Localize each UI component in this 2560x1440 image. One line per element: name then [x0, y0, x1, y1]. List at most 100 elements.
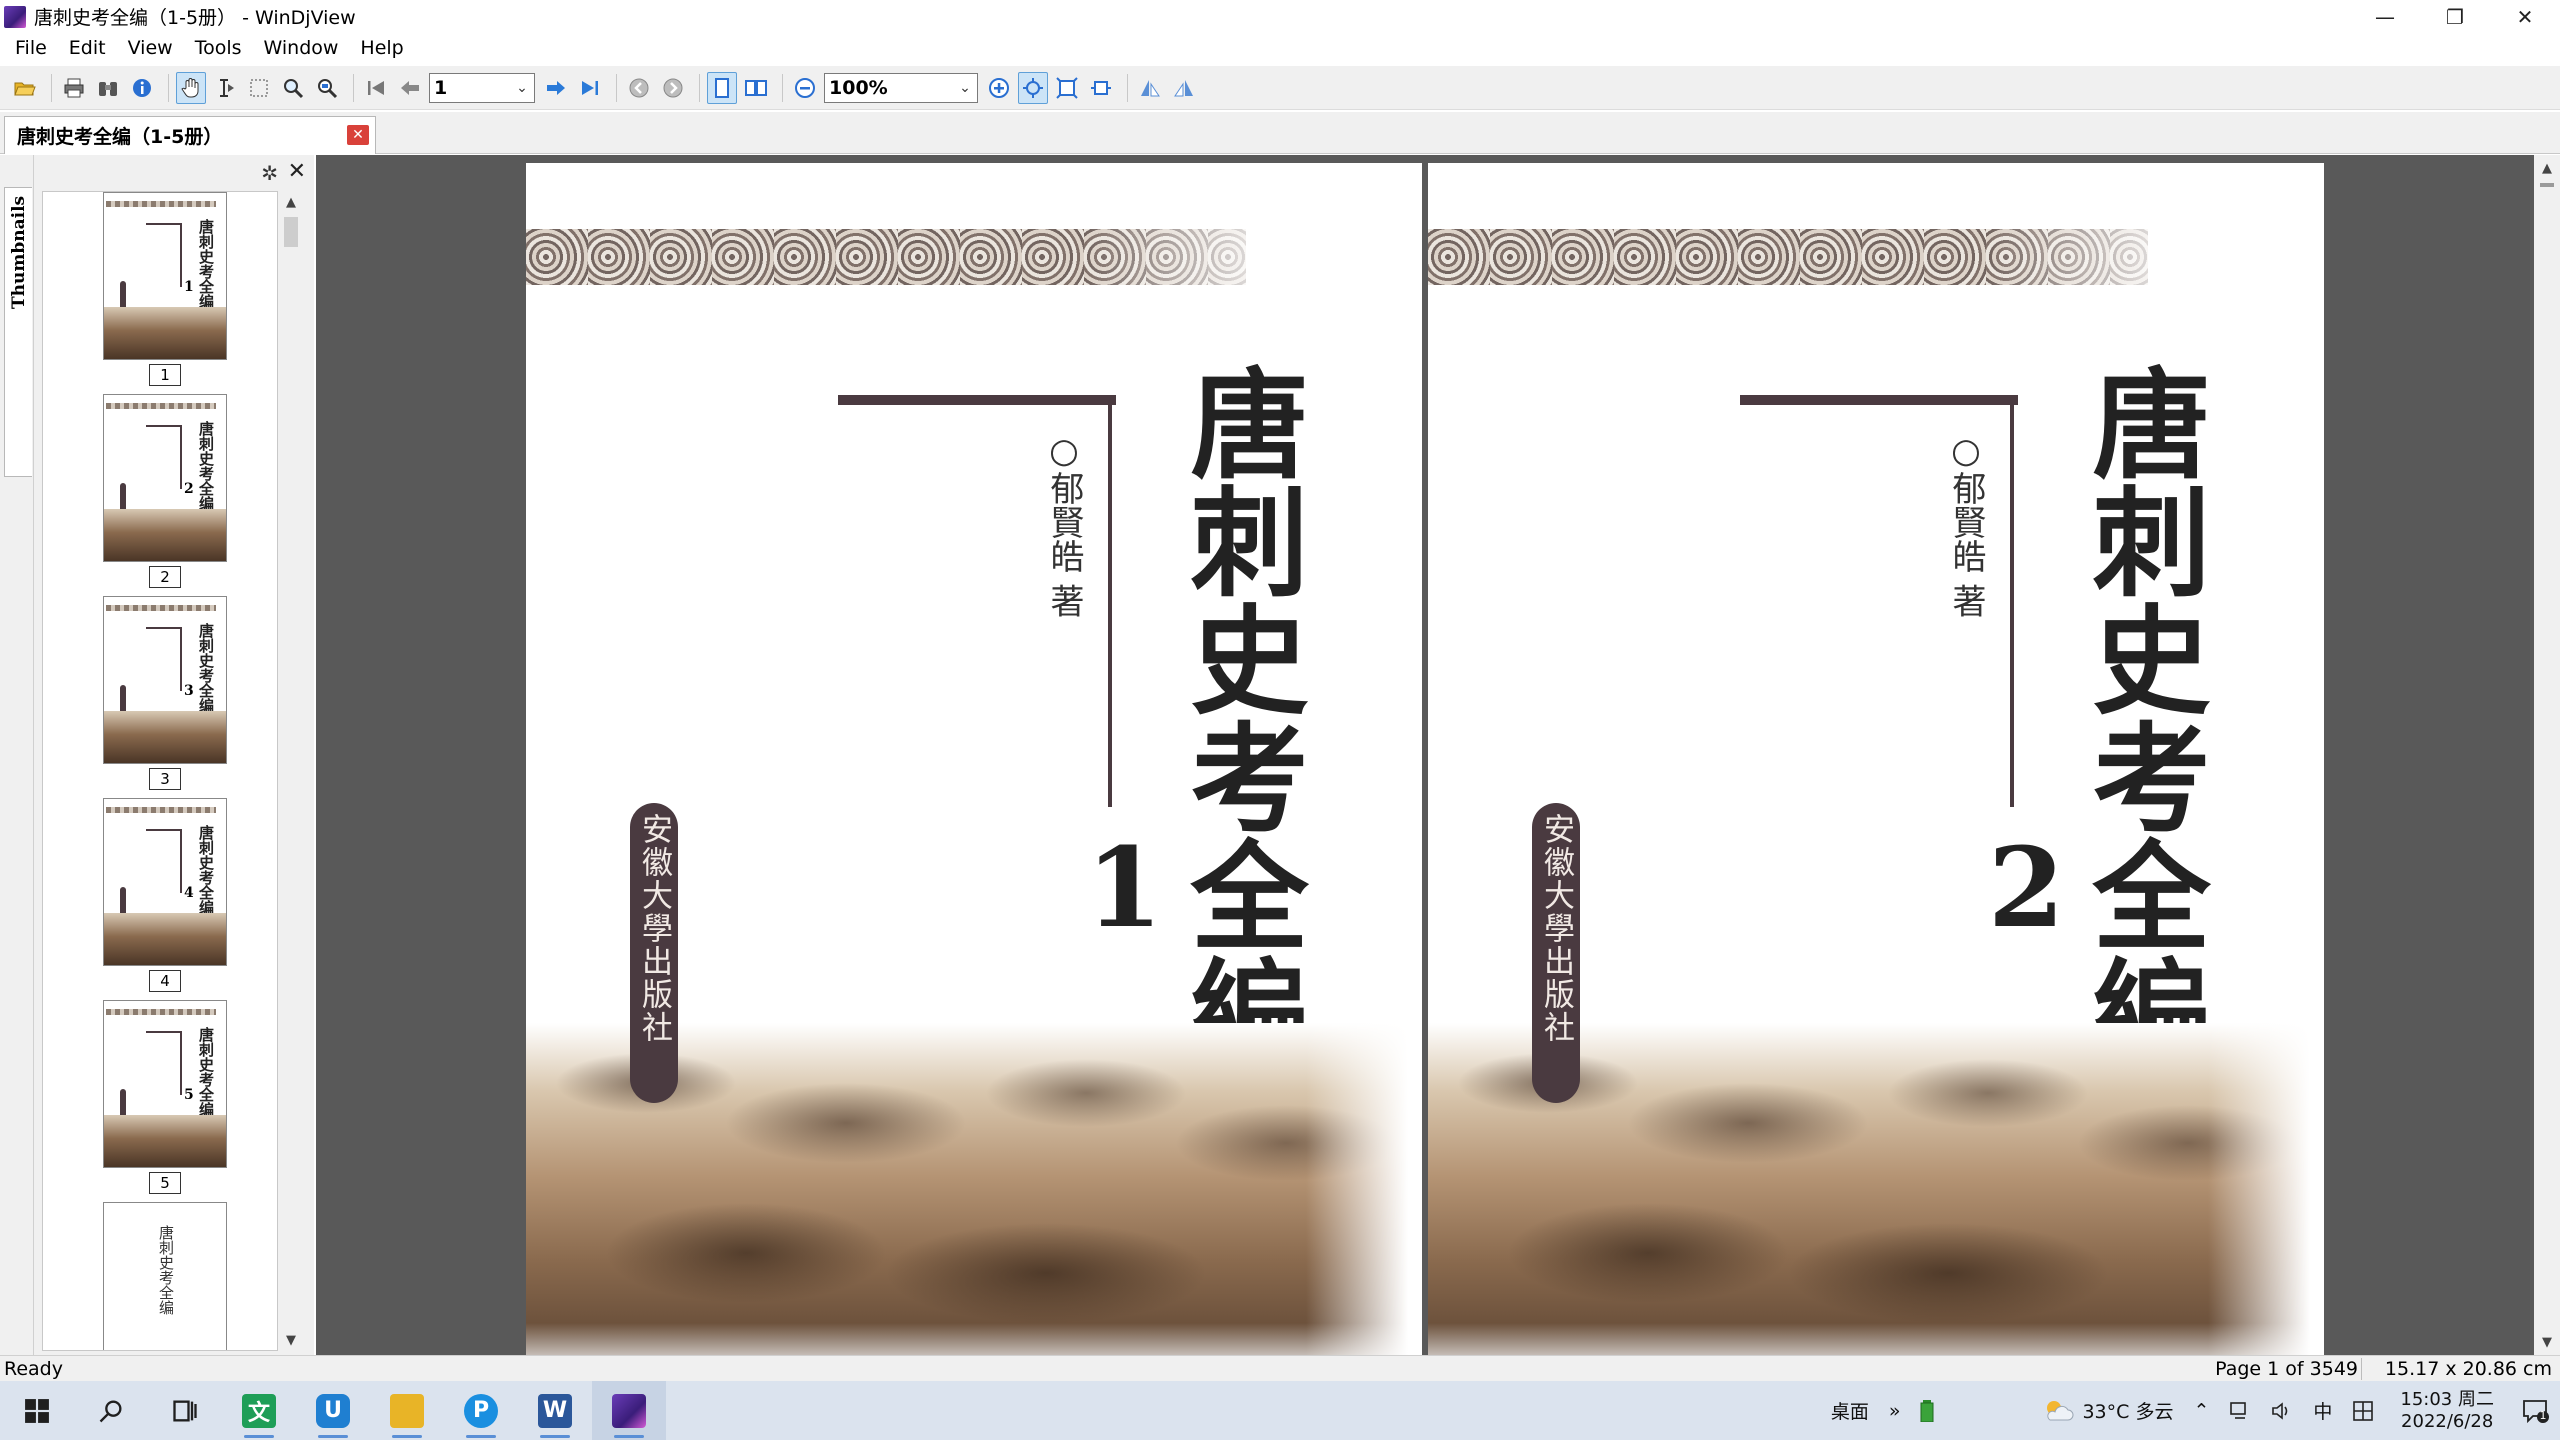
page-number-combo[interactable]: 1 ⌄ [429, 72, 535, 103]
close-window-button[interactable]: ✕ [2490, 0, 2560, 33]
maximize-button[interactable]: ❐ [2420, 0, 2490, 33]
first-page-button[interactable] [361, 72, 391, 104]
taskbar-file-explorer[interactable] [370, 1381, 444, 1440]
zoom-out-button[interactable] [790, 72, 820, 104]
zoom-in-tool-button[interactable] [278, 72, 308, 104]
scroll-down-icon[interactable]: ▼ [280, 1329, 302, 1351]
find-button[interactable] [93, 72, 123, 104]
notification-center-button[interactable]: 1 [2510, 1381, 2560, 1440]
thumb-scene [104, 913, 226, 965]
taskbar-word[interactable]: W [518, 1381, 592, 1440]
hand-icon [181, 77, 199, 97]
thumb-title-line [146, 829, 182, 893]
menu-tools[interactable]: Tools [184, 37, 253, 59]
last-page-button[interactable] [575, 72, 605, 104]
forward-button[interactable] [658, 72, 688, 104]
chevron-down-icon[interactable]: ⌄ [512, 74, 532, 102]
taskbar-windjview[interactable] [592, 1381, 666, 1440]
clock[interactable]: 15:03 周二 2022/6/28 [2384, 1389, 2510, 1433]
toolbar-separator [1127, 73, 1128, 102]
zoom-in-button[interactable] [984, 72, 1014, 104]
task-view-button[interactable] [148, 1381, 222, 1440]
document-tab[interactable]: 唐刺史考全编（1-5册） ✕ [4, 116, 376, 154]
text-cursor-icon [220, 78, 234, 97]
desktop-toolbar-label[interactable]: 桌面 [1821, 1397, 1879, 1424]
info-icon [133, 78, 151, 97]
taskbar-shield-app[interactable]: U [296, 1381, 370, 1440]
menu-view[interactable]: View [117, 37, 184, 59]
weather-widget[interactable]: 33°C 多云 [2034, 1397, 2183, 1424]
volume-icon[interactable] [2261, 1401, 2303, 1421]
page-2[interactable]: 唐刺史考全編 ○郁賢皓 著 2 安徽大學出版社 [1428, 163, 2324, 1355]
zoom-rect-tool-button[interactable] [312, 72, 342, 104]
chevron-down-icon[interactable]: ⌄ [955, 74, 975, 102]
start-button[interactable] [0, 1381, 74, 1440]
actual-size-button[interactable] [1086, 72, 1116, 104]
chevron-right-icon[interactable]: » [1879, 1400, 1911, 1422]
hand-tool-button[interactable] [176, 71, 206, 104]
continuous-layout-button[interactable] [707, 71, 737, 104]
fit-page-button[interactable] [1018, 71, 1048, 104]
menu-window[interactable]: Window [253, 37, 350, 59]
thumbnail-page-4[interactable]: 唐刺史考全编 4 [103, 798, 227, 966]
page-1[interactable]: 唐刺史考全編 ○郁賢皓 著 1 安徽大學出版社 [526, 163, 1422, 1355]
rect-select-button[interactable] [244, 72, 274, 104]
page-indicator: Page 1 of 3549 [2215, 1357, 2358, 1380]
thumbnail-scrollbar[interactable]: ▲ ▼ [280, 191, 302, 1351]
thumbnail-page-5[interactable]: 唐刺史考全编 5 [103, 1000, 227, 1168]
info-button[interactable] [127, 72, 157, 104]
previous-page-button[interactable] [395, 72, 425, 104]
toolbar-separator [699, 73, 700, 102]
scroll-down-icon[interactable]: ▼ [2536, 1331, 2558, 1353]
network-icon[interactable] [2219, 1401, 2261, 1421]
thumbnail-page-1[interactable]: 唐刺史考全编 1 [103, 192, 227, 360]
close-tab-icon[interactable]: ✕ [347, 125, 369, 145]
gear-icon[interactable]: ✲ [261, 161, 278, 185]
text-select-button[interactable] [210, 72, 240, 104]
thumbnail-page-6[interactable]: 唐刺史考全编 [103, 1202, 227, 1350]
menu-help[interactable]: Help [349, 37, 414, 59]
running-indicator [466, 1435, 496, 1438]
scroll-up-icon[interactable]: ▲ [280, 191, 302, 213]
document-view[interactable]: 唐刺史考全編 ○郁賢皓 著 1 安徽大學出版社 唐刺史考全編 ○郁賢皓 著 2 … [316, 155, 2534, 1355]
magnifier-icon [284, 78, 304, 98]
rotate-left-button[interactable] [1135, 72, 1165, 104]
fit-width-button[interactable] [1052, 72, 1082, 104]
taskbar-wps-writer[interactable]: 文 [222, 1381, 296, 1440]
facing-layout-button[interactable] [741, 72, 771, 104]
close-panel-icon[interactable]: ✕ [288, 159, 306, 184]
running-indicator [392, 1435, 422, 1438]
running-indicator [540, 1435, 570, 1438]
menu-edit[interactable]: Edit [58, 37, 117, 59]
thumbnails-tab[interactable]: Thumbnails [4, 187, 32, 477]
chevron-up-icon[interactable]: ⌃ [2183, 1400, 2219, 1422]
print-button[interactable] [59, 72, 89, 104]
running-indicator [318, 1435, 348, 1438]
word-icon: W [538, 1393, 572, 1428]
scrollbar-thumb[interactable] [2540, 183, 2554, 187]
next-page-button[interactable] [541, 72, 571, 104]
taskbar-p-app[interactable]: P [444, 1381, 518, 1440]
scroll-up-icon[interactable]: ▲ [2536, 157, 2558, 179]
rotate-right-button[interactable] [1169, 72, 1199, 104]
ime-indicator[interactable]: 中 [2303, 1397, 2342, 1424]
menu-file[interactable]: File [4, 37, 58, 59]
open-file-button[interactable] [10, 72, 40, 104]
document-tab-strip: 唐刺史考全编（1-5册） ✕ [0, 112, 2560, 154]
thumbnail-page-2[interactable]: 唐刺史考全编 2 [103, 394, 227, 562]
ime-mode-icon[interactable] [2342, 1400, 2384, 1422]
thumb-volume: 4 [184, 885, 194, 901]
search-icon [99, 1400, 122, 1422]
scrollbar-thumb[interactable] [284, 217, 298, 247]
zoom-combo[interactable]: 100% ⌄ [824, 72, 978, 103]
book-author: ○郁賢皓 著 [1044, 431, 1084, 618]
minimize-button[interactable]: — [2350, 0, 2420, 33]
document-scrollbar[interactable]: ▲ ▼ [2534, 155, 2560, 1355]
back-button[interactable] [624, 72, 654, 104]
toolbar-separator [616, 73, 617, 102]
battery-icon[interactable] [1910, 1399, 1944, 1422]
thumbnail-list[interactable]: 唐刺史考全编 1 1 唐刺史考全编 2 2 唐刺史考全编 3 3 唐刺史考全编 … [42, 191, 278, 1351]
thumbnail-page-3[interactable]: 唐刺史考全编 3 [103, 596, 227, 764]
search-button[interactable] [74, 1381, 148, 1440]
thumb-scene [104, 509, 226, 561]
